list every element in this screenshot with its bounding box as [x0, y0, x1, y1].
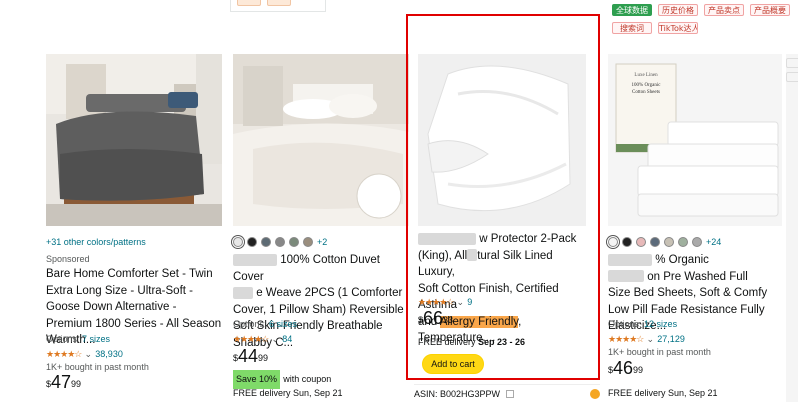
top-strip: 全球数据 历史价格 产品卖点 产品概要 搜索词 TikTok达人	[0, 0, 798, 50]
title-line: e Weave 2PCS (1 Comforter	[256, 287, 403, 299]
price-whole: 46	[613, 358, 634, 378]
color-swatch[interactable]	[261, 237, 271, 248]
package-line: 100% Organic	[632, 83, 662, 88]
tag-product-summary[interactable]: 产品概要	[750, 4, 790, 16]
product-card-1: +31 other colors/patterns Sponsored Bare…	[46, 54, 222, 402]
color-swatch[interactable]	[275, 237, 285, 248]
bought-count: 1K+ bought in past month	[608, 347, 711, 357]
product-image[interactable]	[46, 54, 222, 226]
swatch-row: +2	[233, 234, 409, 251]
options-label: Options:	[46, 334, 80, 344]
selection-highlight-box	[406, 14, 600, 380]
blurred-text	[608, 253, 652, 266]
price-fraction: 99	[633, 365, 644, 375]
package-brand: Luxe Linen	[634, 73, 658, 78]
asin-label[interactable]: ASIN: B002HG3PPW	[414, 389, 500, 399]
coupon-suffix: with coupon	[283, 374, 332, 384]
more-colors-link[interactable]: +31 other colors/patterns	[46, 237, 146, 247]
product-image[interactable]: Luxe Linen 100% Organic Cotton Sheets	[608, 54, 782, 226]
options-link[interactable]: 6 sizes	[269, 319, 297, 329]
color-swatch[interactable]	[289, 237, 299, 248]
delivery-text: FREE delivery Sun, Sep 21	[233, 388, 343, 398]
options-label: Options:	[608, 319, 642, 329]
price: $4799	[46, 372, 82, 392]
tag-tiktok[interactable]: TikTok达人	[658, 22, 698, 34]
next-card-edge	[786, 54, 798, 402]
mini-button[interactable]	[786, 72, 798, 82]
price: $4499	[233, 346, 269, 366]
tag-selling-points[interactable]: 产品卖点	[704, 4, 744, 16]
price-whole: 47	[51, 372, 72, 392]
color-swatch[interactable]	[622, 237, 632, 248]
color-swatch[interactable]	[233, 237, 243, 248]
rating-row: ★★★★☆ ⌄ 84	[233, 331, 409, 348]
blurred-text	[233, 253, 277, 266]
product-card-2: +2 100% Cotton Duvet Cover e Weave 2PCS …	[233, 54, 409, 402]
price-fraction: 99	[258, 353, 269, 363]
product-card-4: Luxe Linen 100% Organic Cotton Sheets +2…	[608, 54, 784, 402]
more-swatches-link[interactable]: +2	[317, 234, 327, 251]
rating-count[interactable]: 27,129	[657, 334, 685, 344]
chevron-down-icon[interactable]: ⌄	[272, 334, 280, 344]
rating-count[interactable]: 84	[282, 334, 292, 344]
tag-search-terms[interactable]: 搜索词	[612, 22, 652, 34]
star-rating-icon[interactable]: ★★★★☆	[46, 349, 82, 359]
delivery-text: FREE delivery Sun, Sep 21	[608, 388, 718, 398]
previous-card-bottom	[230, 0, 326, 12]
mini-tag	[237, 0, 261, 6]
tag-price-history[interactable]: 历史价格	[658, 4, 698, 16]
color-swatch[interactable]	[650, 237, 660, 248]
mini-tag	[267, 0, 291, 6]
star-rating-icon[interactable]: ★★★★☆	[233, 334, 269, 344]
product-image[interactable]	[233, 54, 409, 226]
more-swatches-link[interactable]: +24	[706, 234, 721, 251]
color-swatch[interactable]	[664, 237, 674, 248]
price-whole: 44	[238, 346, 259, 366]
color-swatch[interactable]	[678, 237, 688, 248]
copy-icon[interactable]	[506, 389, 515, 398]
tag-global-data[interactable]: 全球数据	[612, 4, 652, 16]
mini-button[interactable]	[786, 58, 798, 68]
plugin-tag-grid: 全球数据 历史价格 产品卖点 产品概要 搜索词 TikTok达人	[612, 4, 790, 34]
price: $4699	[608, 358, 644, 378]
asin-row: ASIN: B002HG3PPW	[414, 384, 600, 402]
blurred-text	[608, 270, 644, 283]
swatch-row: +24	[608, 234, 784, 251]
star-rating-icon[interactable]: ★★★★☆	[608, 334, 644, 344]
title-line: % Organic	[655, 254, 709, 266]
options-link[interactable]: 12 sizes	[644, 319, 677, 329]
color-swatch[interactable]	[692, 237, 702, 248]
options-label: Options:	[233, 319, 267, 329]
chevron-down-icon[interactable]: ⌄	[85, 349, 93, 359]
chevron-down-icon[interactable]: ⌄	[647, 334, 655, 344]
blurred-text	[233, 286, 253, 299]
price-fraction: 99	[71, 379, 82, 389]
color-swatch[interactable]	[303, 237, 313, 248]
title-line: on Pre Washed Full	[647, 270, 748, 283]
color-swatch[interactable]	[636, 237, 646, 248]
plugin-icon[interactable]	[590, 388, 600, 399]
rating-count[interactable]: 38,930	[95, 349, 123, 359]
color-swatch[interactable]	[608, 237, 618, 248]
color-swatch[interactable]	[247, 237, 257, 248]
options-link[interactable]: 7 sizes	[82, 334, 110, 344]
package-line: Cotton Sheets	[632, 90, 660, 95]
